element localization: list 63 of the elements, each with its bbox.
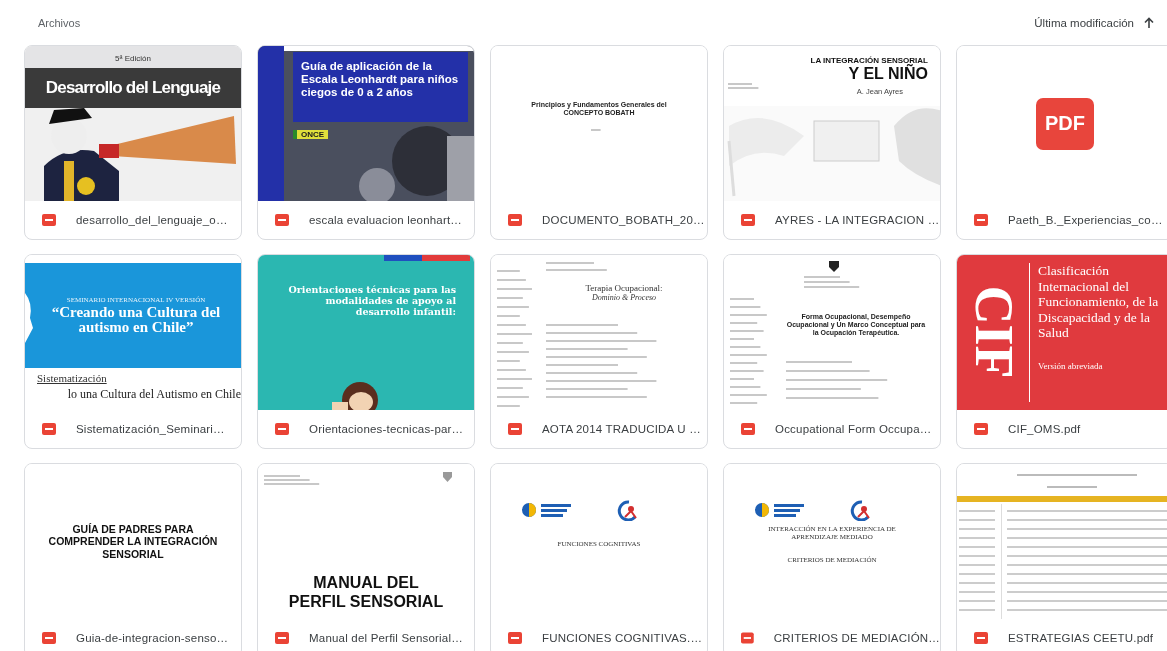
pdf-file-icon	[508, 423, 522, 435]
cover-subtitle: LA INTEGRACIÓN SENSORIAL	[810, 56, 928, 65]
file-name: desarrollo_del_lenguaje_o…	[76, 214, 228, 226]
file-name: Occupational Form Occupa…	[775, 423, 932, 435]
pdf-file-icon	[741, 423, 755, 435]
cover-title: Orientaciones técnicas para las modalidades de apoyo al desarrollo infantil:	[287, 285, 456, 318]
crest-icon	[443, 472, 452, 482]
file-card[interactable]: Orientaciones técnicas para las modalidades de apoyo al desarrollo infantil: Orientaciones-tecnicas-par…	[257, 254, 475, 449]
pdf-file-icon	[508, 214, 522, 226]
pdf-file-icon	[42, 632, 56, 644]
pdf-file-icon	[741, 632, 754, 644]
file-name: escala evaluacion leonhart…	[309, 214, 463, 226]
head-silhouette-icon	[25, 293, 33, 343]
cif-logo: CIF	[962, 286, 1025, 379]
pdf-file-icon	[741, 214, 755, 226]
pdf-icon: PDF	[1036, 97, 1094, 150]
file-name: AYRES - LA INTEGRACION …	[775, 214, 940, 226]
file-name: ESTRATEGIAS CEETU.pdf	[1008, 632, 1154, 644]
file-name: Manual del Perfil Sensorial…	[309, 632, 463, 644]
pdf-file-icon	[974, 214, 988, 226]
file-name: Orientaciones-tecnicas-par…	[309, 423, 464, 435]
pdf-file-icon	[974, 423, 988, 435]
file-card[interactable]: PDF Paeth_B._Experiencias_co…	[956, 45, 1167, 240]
cover-title: GUÍA DE PADRES PARA COMPRENDER LA INTEGRACIÓN SENSORIAL	[47, 523, 219, 560]
file-name: Guia-de-integracion-senso…	[76, 632, 229, 644]
cover-title: MANUAL DEL PERFIL SENSORIAL	[288, 574, 444, 611]
cover-subtitle: lo una Cultura del Autismo en Chile	[67, 387, 241, 402]
document-subtitle: Dominio & Proceso	[591, 293, 657, 303]
section-heading: Sistematización	[37, 372, 107, 385]
cover-title: Guía de aplicación de la Escala Leonhardt para niños ciegos de 0 a 2 años	[301, 60, 460, 100]
file-card[interactable]: Guía de aplicación de la Escala Leonhardt para niños ciegos de 0 a 2 años ONCE escala evaluacion leonhart…	[257, 45, 475, 240]
file-card[interactable]: Terapia Ocupacional: Dominio & Proceso AOTA 2014 TRADUCIDA U …	[490, 254, 708, 449]
edition-label: 5ª Edición	[115, 54, 151, 65]
pdf-file-icon	[275, 632, 289, 644]
cover-title: Clasificación Internacional del Funcionamiento, de la Discapacidad y de la Salud	[1037, 263, 1160, 341]
document-title: Terapia Ocupacional:	[585, 283, 663, 294]
arrow-up-icon	[1144, 17, 1154, 28]
pdf-file-icon	[508, 632, 522, 644]
file-name: AOTA 2014 TRADUCIDA U …	[542, 423, 701, 435]
file-card[interactable]: GUÍA DE PADRES PARA COMPRENDER LA INTEGRACIÓN SENSORIAL Guia-de-integracion-senso…	[24, 463, 242, 651]
pdf-file-icon	[974, 632, 988, 644]
file-name: FUNCIONES COGNITIVAS.…	[542, 632, 703, 644]
pdf-file-icon	[42, 214, 56, 226]
file-card[interactable]: MANUAL DEL PERFIL SENSORIAL Manual del Perfil Sensorial…	[257, 463, 475, 651]
file-name: CRITERIOS DE MEDIACIÓN…	[773, 632, 940, 644]
file-name: Paeth_B._Experiencias_co…	[1008, 214, 1163, 226]
file-name: CIF_OMS.pdf	[1008, 423, 1081, 435]
cover-title: Desarrollo del Lenguaje	[25, 68, 241, 108]
once-badge: ONCE	[293, 129, 329, 139]
file-card[interactable]: 5ª Edición Desarrollo del Lenguaje desarrollo_del_lenguaje_o…	[24, 45, 242, 240]
crest-icon	[829, 261, 839, 272]
sort-button[interactable]: Última modificación	[1034, 16, 1154, 29]
section-title: Archivos	[38, 16, 81, 29]
pdf-file-icon	[275, 423, 289, 435]
file-card[interactable]: CIF Clasificación Internacional del Funcionamiento, de la Discapacidad y de la Salud Versión abreviada CIF_OMS.pdf	[956, 254, 1167, 449]
cover-subtitle: Versión abreviada	[1037, 360, 1104, 371]
cover-title: “Creando una Cultura del autismo en Chile”	[50, 304, 222, 335]
file-name: DOCUMENTO_BOBATH_20…	[542, 214, 705, 226]
file-name: Sistematización_Seminari…	[76, 423, 225, 435]
cover-title: Y EL NIÑO	[848, 65, 928, 84]
file-card[interactable]: ESTRATEGIAS CEETU.pdf	[956, 463, 1167, 651]
pdf-file-icon	[42, 423, 56, 435]
pdf-file-icon	[275, 214, 289, 226]
